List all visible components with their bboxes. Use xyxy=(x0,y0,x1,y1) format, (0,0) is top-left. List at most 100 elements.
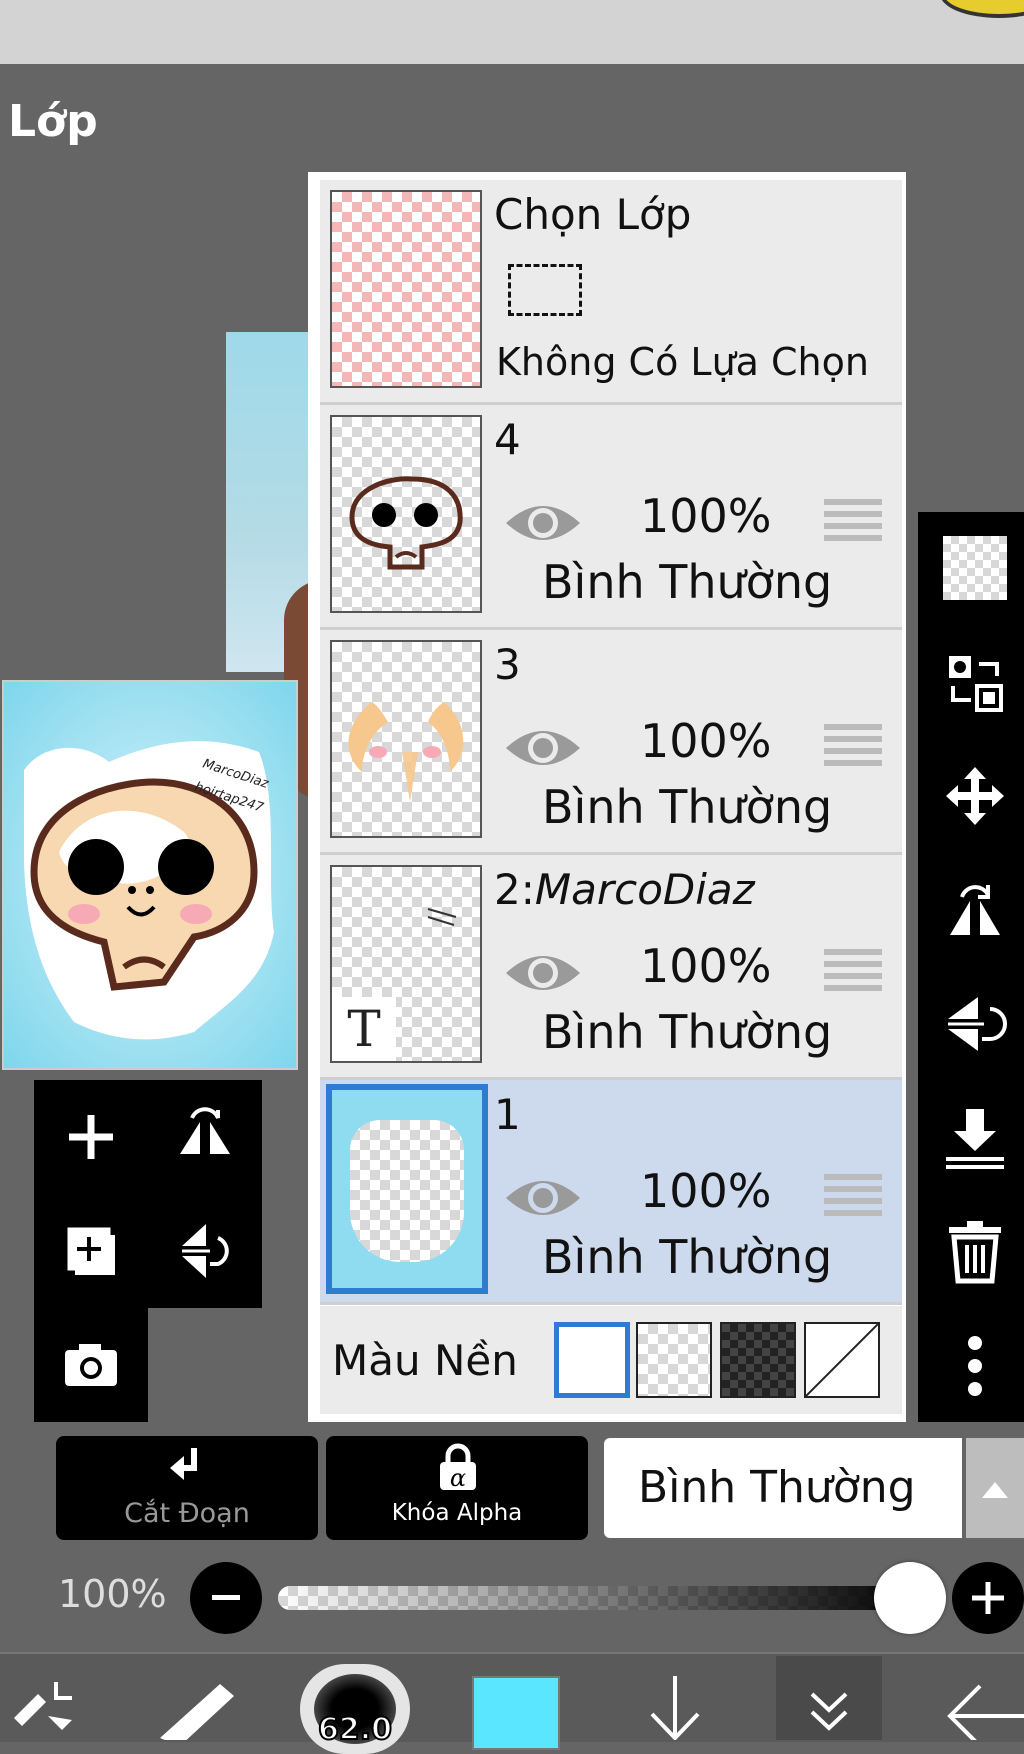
tool-swap-icon xyxy=(14,1682,72,1730)
drag-handle-icon[interactable] xyxy=(824,947,882,993)
visibility-eye-icon[interactable] xyxy=(504,722,582,774)
background-option-white[interactable] xyxy=(554,1322,630,1398)
layer-blend-mode[interactable]: Bình Thường xyxy=(542,1230,832,1284)
drag-handle-icon[interactable] xyxy=(824,1172,882,1218)
visibility-eye-icon[interactable] xyxy=(504,947,582,999)
layer-opacity[interactable]: 100% xyxy=(640,714,772,768)
visibility-eye-icon[interactable] xyxy=(504,1172,582,1224)
top-strip xyxy=(0,0,1024,64)
transfer-layer-button[interactable] xyxy=(935,642,1015,722)
opacity-increase-button[interactable] xyxy=(952,1562,1024,1634)
layer-row[interactable]: 3 100% Bình Thường xyxy=(320,630,902,855)
layer-name-prefix: 2: xyxy=(494,865,535,914)
opacity-slider-track[interactable] xyxy=(278,1586,918,1610)
clipping-icon xyxy=(170,1448,197,1480)
chevron-up-icon xyxy=(982,1482,1008,1498)
more-options-button[interactable] xyxy=(935,1326,1015,1406)
plus-icon xyxy=(972,1582,1004,1614)
double-chevron-down-icon xyxy=(810,1692,848,1731)
delete-layer-button[interactable] xyxy=(935,1212,1015,1292)
tool-swap-button[interactable] xyxy=(0,1672,90,1740)
background-option-none[interactable] xyxy=(804,1322,880,1398)
blend-mode-dropdown[interactable]: Bình Thường xyxy=(604,1438,962,1538)
blend-mode-toggle[interactable] xyxy=(966,1438,1024,1538)
layer-name-italic: MarcoDiaz xyxy=(534,865,755,914)
transparent-background-button[interactable] xyxy=(935,528,1015,608)
checker-icon xyxy=(943,536,1007,600)
visibility-eye-icon[interactable] xyxy=(504,497,582,549)
layer-name: 1 xyxy=(494,1090,521,1139)
selection-marquee-icon xyxy=(508,264,582,316)
flip-horizontal-button[interactable] xyxy=(935,870,1015,950)
move-down-button[interactable] xyxy=(640,1676,710,1741)
drag-handle-icon[interactable] xyxy=(824,497,882,543)
opacity-decrease-button[interactable] xyxy=(190,1562,262,1634)
camera-icon xyxy=(65,1344,117,1386)
clipping-label: Cắt Đoạn xyxy=(124,1498,250,1529)
selection-layer-row[interactable]: Chọn Lớp Không Có Lựa Chọn xyxy=(320,180,902,405)
layer-blend-mode[interactable]: Bình Thường xyxy=(542,555,832,609)
background-option-transparent[interactable] xyxy=(636,1322,712,1398)
layer-opacity[interactable]: 100% xyxy=(640,939,772,993)
more-icon xyxy=(968,1336,982,1396)
opacity-label: 100% xyxy=(58,1572,167,1616)
layer-thumbnail xyxy=(330,415,482,613)
layer-thumbnail-cutout xyxy=(350,1120,464,1262)
alpha-lock-label: Khóa Alpha xyxy=(391,1500,523,1526)
layer-opacity[interactable]: 100% xyxy=(640,489,772,543)
selection-layer-title: Chọn Lớp xyxy=(494,190,692,239)
flip-layer-horizontal-icon xyxy=(180,1107,230,1154)
background-label: Màu Nền xyxy=(332,1336,518,1385)
camera-button[interactable] xyxy=(46,1320,136,1410)
background-option-dark[interactable] xyxy=(720,1322,796,1398)
opacity-slider-thumb[interactable] xyxy=(874,1562,946,1634)
add-layer-icon xyxy=(69,1115,113,1159)
current-color-swatch[interactable] xyxy=(472,1676,560,1750)
layer-blend-mode[interactable]: Bình Thường xyxy=(542,1005,832,1059)
layer-blend-mode[interactable]: Bình Thường xyxy=(542,780,832,834)
alpha-lock-button[interactable]: α Khóa Alpha xyxy=(326,1436,588,1540)
arrow-down-icon xyxy=(650,1676,700,1741)
flip-layer-horizontal-button[interactable] xyxy=(160,1092,250,1182)
layer-name: 2:MarcoDiaz xyxy=(494,865,755,914)
panel-title: Lớp xyxy=(8,96,98,147)
layer-row-selected[interactable]: 1 100% Bình Thường xyxy=(320,1080,902,1305)
brush-tool-button[interactable] xyxy=(150,1672,250,1746)
layer-thumbnail xyxy=(326,1084,488,1294)
text-layer-icon: T xyxy=(332,997,396,1061)
layer-row[interactable]: T 2:MarcoDiaz 100% Bình Thường xyxy=(320,855,902,1080)
collapse-button[interactable] xyxy=(776,1656,882,1740)
brush-size-value: 62.0 xyxy=(317,1711,393,1748)
opacity-slider-checker xyxy=(278,1586,918,1610)
add-layer-button[interactable] xyxy=(46,1092,136,1182)
blend-mode-value: Bình Thường xyxy=(638,1462,916,1513)
canvas-preview[interactable]: MarcoDiaz hoirtap247 xyxy=(2,680,298,1070)
layer-opacity[interactable]: 100% xyxy=(640,1164,772,1218)
flip-vertical-icon xyxy=(948,997,1007,1051)
layer-name: 4 xyxy=(494,415,521,464)
back-button[interactable] xyxy=(940,1676,1024,1748)
flip-horizontal-icon xyxy=(950,885,1000,935)
brush-size-button[interactable]: 62.0 xyxy=(300,1664,410,1754)
lock-icon: α xyxy=(440,1443,476,1492)
duplicate-layer-button[interactable] xyxy=(46,1206,136,1296)
duplicate-layer-icon xyxy=(67,1227,115,1275)
flip-layer-vertical-icon xyxy=(182,1224,229,1278)
flip-vertical-button[interactable] xyxy=(935,984,1015,1064)
layer-thumbnail: T xyxy=(330,865,482,1063)
background-row: Màu Nền xyxy=(320,1306,902,1414)
layer-thumbnail xyxy=(330,640,482,838)
flip-layer-vertical-button[interactable] xyxy=(160,1206,250,1296)
layer-name: 3 xyxy=(494,640,521,689)
minus-icon xyxy=(212,1595,240,1600)
clipping-button[interactable]: Cắt Đoạn xyxy=(56,1436,318,1540)
diagonal-slash-icon xyxy=(805,1323,879,1397)
merge-down-button[interactable] xyxy=(935,1098,1015,1178)
selection-layer-thumbnail xyxy=(330,190,482,388)
layer-row[interactable]: 4 100% Bình Thường xyxy=(320,405,902,630)
move-icon xyxy=(946,767,1004,825)
drag-handle-icon[interactable] xyxy=(824,722,882,768)
merge-down-icon xyxy=(946,1109,1004,1169)
move-layer-button[interactable] xyxy=(935,756,1015,836)
brush-icon xyxy=(160,1684,234,1746)
